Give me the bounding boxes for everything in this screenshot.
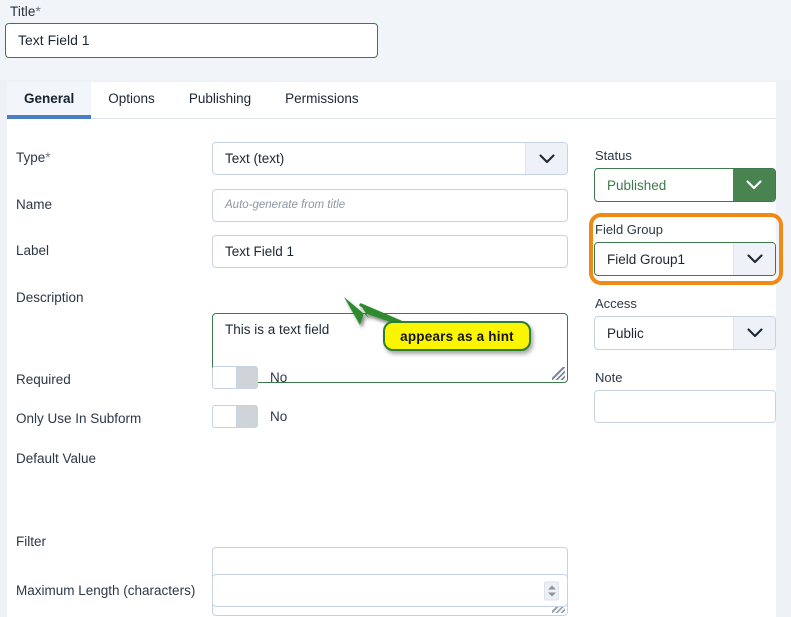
label-input[interactable]: Text Field 1 bbox=[212, 235, 568, 268]
toggle-knob bbox=[213, 406, 237, 427]
status-select[interactable]: Published bbox=[594, 168, 776, 202]
required-label: Required bbox=[16, 372, 71, 387]
label-label: Label bbox=[16, 243, 50, 258]
chevron-down-icon bbox=[525, 143, 567, 174]
title-label: Title* bbox=[10, 4, 41, 19]
name-input[interactable]: Auto-generate from title bbox=[212, 189, 568, 222]
spinner-up-arrow[interactable] bbox=[547, 585, 556, 589]
tab-permissions[interactable]: Permissions bbox=[268, 82, 376, 119]
title-section: Title* Text Field 1 bbox=[0, 0, 791, 80]
description-label: Description bbox=[16, 290, 84, 305]
field-group-select-value: Field Group1 bbox=[607, 251, 686, 267]
chevron-down-icon bbox=[733, 243, 775, 275]
tab-bar: General Options Publishing Permissions bbox=[0, 82, 791, 119]
tabbar-right-edge bbox=[776, 82, 791, 119]
only-use-in-subform-toggle-switch[interactable] bbox=[212, 405, 258, 428]
access-select-value: Public bbox=[607, 325, 644, 341]
required-toggle-switch[interactable] bbox=[212, 366, 258, 389]
sidebar: Status Published Field Group Field Group… bbox=[588, 119, 783, 617]
required-toggle[interactable] bbox=[212, 366, 258, 389]
chevron-down-icon bbox=[733, 169, 775, 201]
type-select[interactable]: Text (text) bbox=[212, 142, 568, 175]
default-value-label: Default Value bbox=[16, 451, 97, 466]
required-toggle-value: No bbox=[270, 370, 288, 385]
chevron-down-icon bbox=[733, 317, 775, 349]
only-use-in-subform-toggle[interactable] bbox=[212, 405, 258, 428]
title-required-marker: * bbox=[35, 4, 41, 19]
type-label-text: Type bbox=[16, 150, 46, 165]
resize-grip-icon[interactable] bbox=[552, 367, 565, 380]
name-label: Name bbox=[16, 197, 53, 212]
only-use-in-subform-toggle-value: No bbox=[270, 409, 288, 424]
field-group-select[interactable]: Field Group1 bbox=[594, 242, 776, 276]
access-label: Access bbox=[595, 296, 637, 311]
type-required-marker: * bbox=[45, 150, 51, 165]
note-label: Note bbox=[595, 370, 623, 385]
status-label: Status bbox=[595, 148, 632, 163]
access-select[interactable]: Public bbox=[594, 316, 776, 350]
status-select-value: Published bbox=[607, 177, 667, 193]
type-select-value: Text (text) bbox=[225, 151, 285, 166]
note-input[interactable] bbox=[594, 390, 776, 423]
tab-publishing[interactable]: Publishing bbox=[172, 82, 268, 119]
title-input[interactable]: Text Field 1 bbox=[5, 23, 378, 58]
tab-options[interactable]: Options bbox=[91, 82, 172, 119]
field-editor-screen: Title* Text Field 1 General Options Publ… bbox=[0, 0, 791, 617]
tabbar-left-edge bbox=[0, 82, 7, 119]
field-group-label: Field Group bbox=[595, 222, 663, 237]
toggle-knob bbox=[213, 367, 237, 388]
description-textarea-value: This is a text field bbox=[225, 322, 330, 337]
filter-label: Filter bbox=[16, 534, 46, 549]
only-use-in-subform-label: Only Use In Subform bbox=[16, 411, 142, 426]
tab-list: General Options Publishing Permissions bbox=[7, 82, 376, 119]
maximum-length-input[interactable] bbox=[212, 574, 568, 607]
hint-callout: appears as a hint bbox=[383, 321, 531, 351]
title-label-text: Title bbox=[10, 4, 36, 19]
type-label: Type* bbox=[16, 150, 51, 165]
spinner-down-arrow[interactable] bbox=[547, 592, 556, 596]
maximum-length-label: Maximum Length (characters) bbox=[16, 583, 196, 598]
tab-general[interactable]: General bbox=[7, 82, 92, 119]
spinner-icon[interactable] bbox=[544, 581, 559, 600]
